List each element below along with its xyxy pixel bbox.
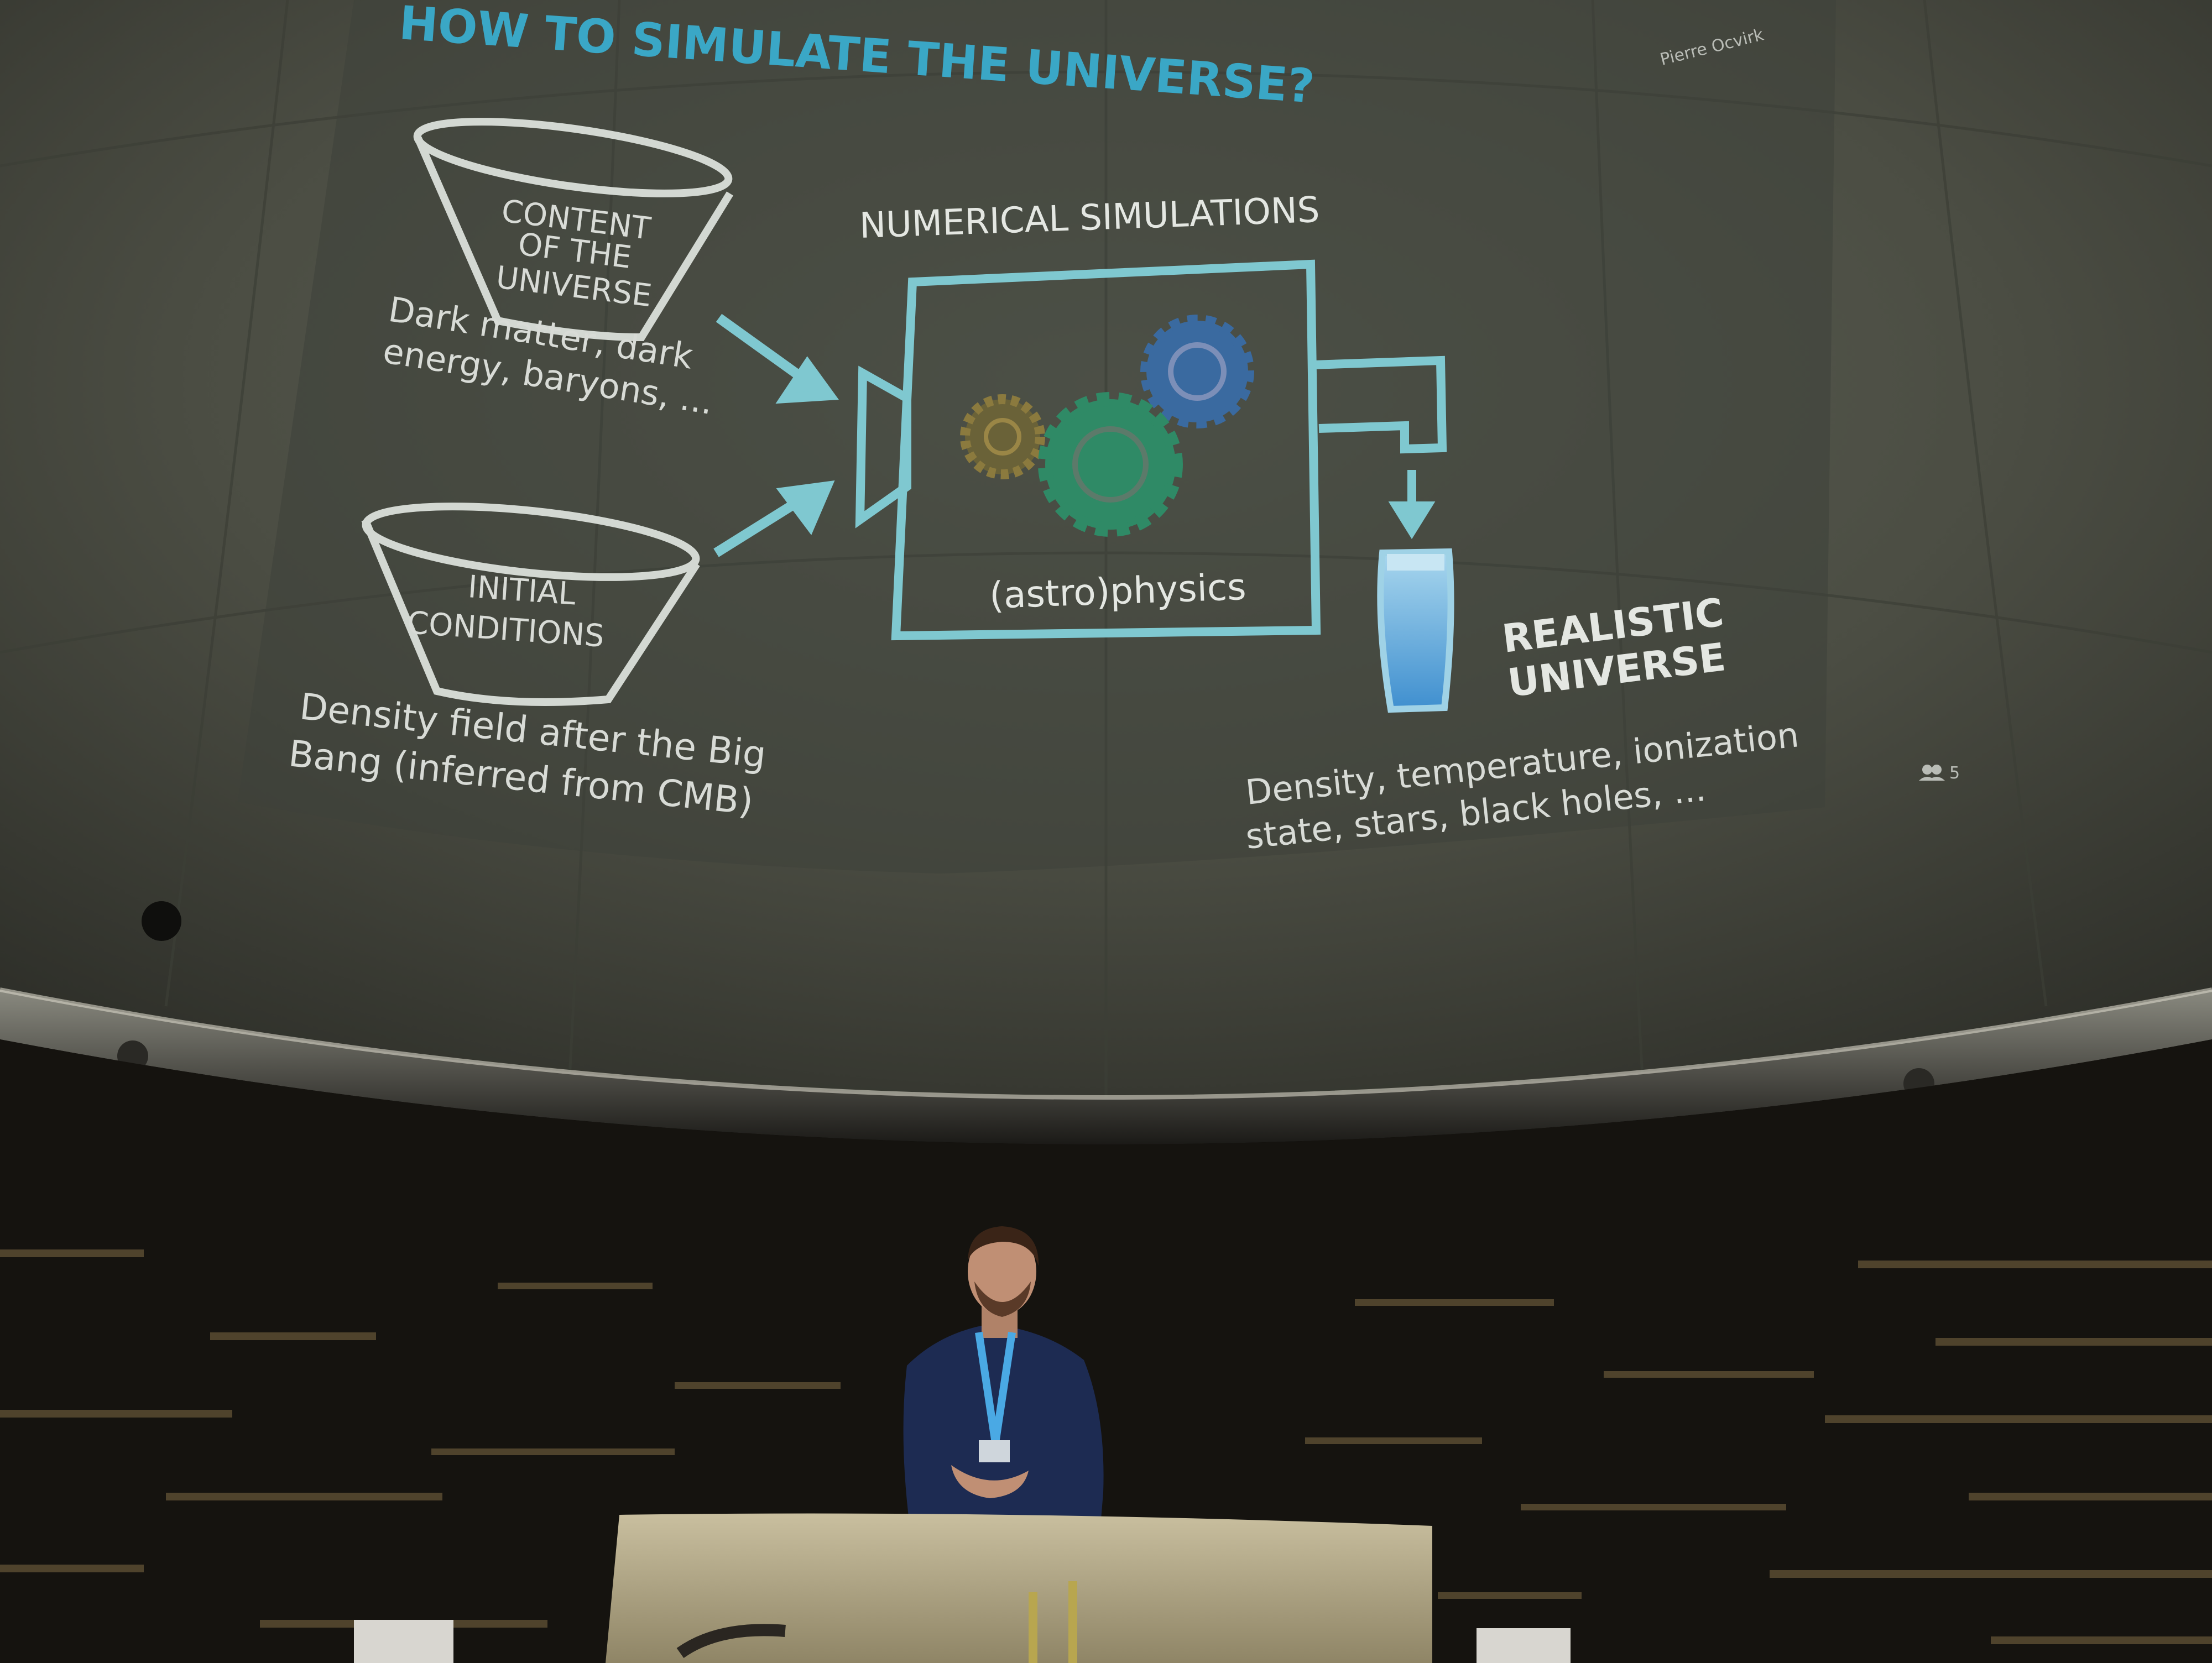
funnel-bottom-line-2: CONDITIONS (406, 605, 606, 655)
people-icon (1919, 765, 1945, 781)
section-label: NUMERICAL SIMULATIONS (859, 190, 1321, 247)
machine-label: (astro)physics (989, 566, 1247, 617)
slide-title: HOW TO SIMULATE THE UNIVERSE? (398, 0, 1317, 114)
page-marker: 5 (1949, 763, 1960, 783)
funnel-bottom-line-1: INITIAL (467, 569, 577, 612)
author-name: Pierre Ocvirk (1658, 25, 1766, 69)
